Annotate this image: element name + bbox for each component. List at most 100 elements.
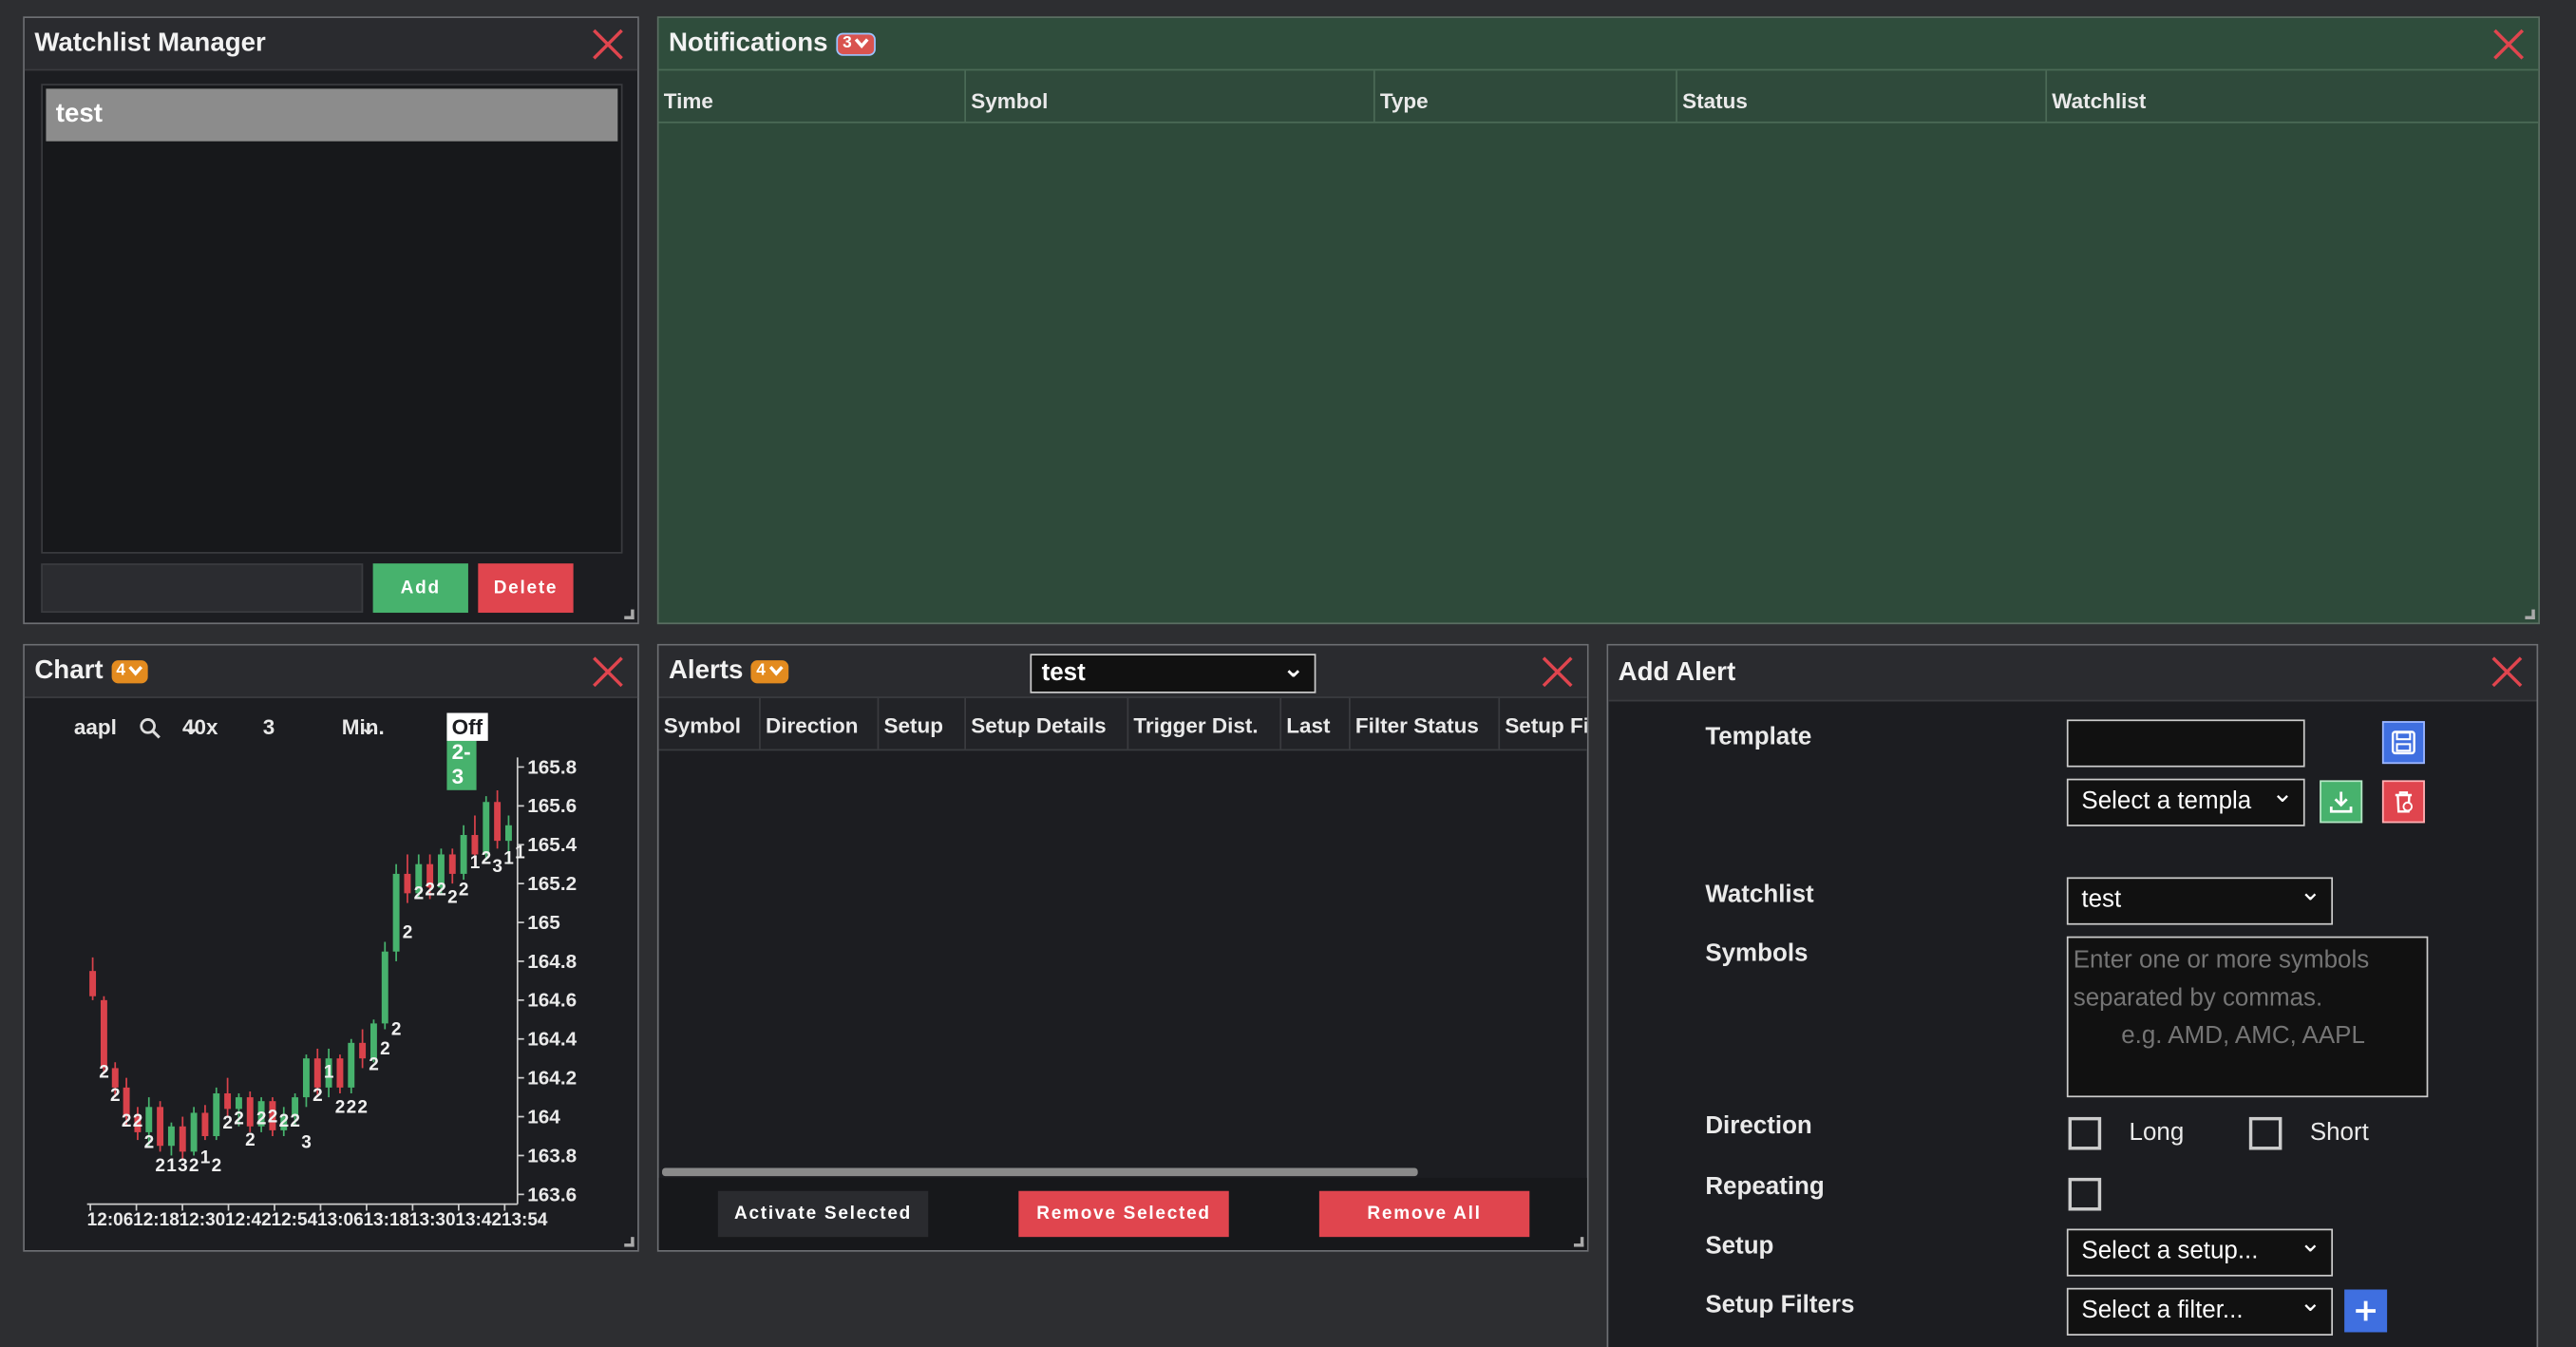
template-select[interactable]: Select a templa <box>2066 777 2305 826</box>
resize-handle[interactable] <box>2525 609 2535 619</box>
load-template-button[interactable] <box>2320 780 2363 824</box>
candle-body[interactable] <box>504 825 512 842</box>
y-tick-label: 163.8 <box>527 1145 577 1167</box>
candle-body[interactable] <box>392 873 400 952</box>
column-header-setup[interactable]: Setup <box>879 697 967 749</box>
candle-body[interactable] <box>89 971 97 996</box>
candle-body[interactable] <box>179 1126 186 1152</box>
column-header-status[interactable]: Status <box>1677 70 2048 122</box>
new-watchlist-input[interactable] <box>41 563 364 614</box>
symbols-textarea[interactable] <box>2066 936 2429 1098</box>
candle-body[interactable] <box>460 835 467 874</box>
symbol-input[interactable]: aapl <box>74 714 117 739</box>
long-checkbox[interactable] <box>2068 1116 2102 1150</box>
close-icon[interactable] <box>2492 28 2526 61</box>
y-tick-label: 165.6 <box>527 795 577 817</box>
pattern-marker: 2 <box>436 880 446 900</box>
chart-count-badge[interactable]: 4 <box>111 659 149 683</box>
activate-selected-button[interactable]: Activate Selected <box>717 1190 929 1238</box>
column-header-trigger-dist[interactable]: Trigger Dist. <box>1128 697 1282 749</box>
close-icon[interactable] <box>592 655 625 689</box>
candle-body[interactable] <box>448 854 456 874</box>
pattern-marker: 2 <box>447 888 458 908</box>
chart-header[interactable]: Chart 4 <box>24 645 638 698</box>
resize-handle[interactable] <box>624 1237 635 1247</box>
search-icon[interactable] <box>140 718 161 739</box>
candle-body[interactable] <box>313 1058 321 1088</box>
column-header-watchlist[interactable]: Watchlist <box>2047 70 2538 122</box>
column-header-time[interactable]: Time <box>659 70 967 122</box>
resize-handle[interactable] <box>624 609 635 619</box>
column-header-setup-filters[interactable]: Setup Fi <box>1500 698 1586 749</box>
repeating-checkbox[interactable] <box>2068 1177 2102 1211</box>
pattern-marker: 2 <box>335 1097 346 1117</box>
list-item[interactable]: test <box>46 88 618 142</box>
column-header-symbol[interactable]: Symbol <box>966 70 1375 122</box>
candle-body[interactable] <box>167 1126 175 1147</box>
candle-body[interactable] <box>100 999 107 1069</box>
filter-select[interactable]: Select a filter... <box>2066 1286 2334 1336</box>
alerts-count-badge[interactable]: 4 <box>751 659 789 683</box>
candle-body[interactable] <box>336 1058 344 1088</box>
horizontal-scrollbar[interactable] <box>662 1167 1418 1177</box>
column-header-symbol[interactable]: Symbol <box>659 697 761 749</box>
close-icon[interactable] <box>1541 655 1574 689</box>
notification-count-badge[interactable]: 3 <box>836 31 877 55</box>
x-tick-label: 12:54 <box>272 1210 318 1230</box>
watchlist-select-value: test <box>2081 885 2122 914</box>
candlestick-chart[interactable]: 165.8 165.6 165.4 165.2 165 164.8 164.6 164.4 16… <box>25 757 637 1250</box>
candle-body[interactable] <box>404 873 411 894</box>
add-button[interactable]: Add <box>372 563 468 614</box>
alerts-header[interactable]: Alerts 4 test <box>658 645 1587 698</box>
candle-body[interactable] <box>157 1107 164 1147</box>
column-header-direction[interactable]: Direction <box>761 697 880 749</box>
close-icon[interactable] <box>592 28 625 61</box>
zoom-select[interactable]: 40x ⌄ <box>182 714 218 741</box>
watchlist-manager-header[interactable]: Watchlist Manager <box>24 18 638 71</box>
short-checkbox[interactable] <box>2248 1116 2282 1150</box>
candle-body[interactable] <box>381 951 388 1024</box>
y-tick-label: 164.2 <box>527 1068 577 1090</box>
pattern-marker: 2 <box>99 1063 109 1083</box>
interval-select[interactable]: Min. ⌄ <box>342 714 385 741</box>
candle-body[interactable] <box>483 802 490 855</box>
delete-button[interactable]: Delete <box>478 563 574 614</box>
watchlist-select[interactable]: test <box>2066 876 2334 925</box>
setup-select[interactable]: Select a setup... <box>2066 1227 2334 1277</box>
column-header-setup-details[interactable]: Setup Details <box>966 697 1129 749</box>
candle-body[interactable] <box>494 802 502 842</box>
close-icon[interactable] <box>2491 655 2524 689</box>
alerts-watchlist-select[interactable]: test <box>1030 653 1316 693</box>
remove-all-button[interactable]: Remove All <box>1318 1190 1530 1238</box>
y-tick-label: 164.8 <box>527 951 577 973</box>
resize-handle[interactable] <box>1573 1237 1584 1247</box>
pattern-marker: 2 <box>459 880 469 900</box>
notifications-header[interactable]: Notifications 3 <box>658 18 2539 71</box>
candle-body[interactable] <box>111 1068 119 1088</box>
candle-body[interactable] <box>369 1023 377 1059</box>
candle-body[interactable] <box>359 1042 367 1059</box>
watchlist-list[interactable]: test <box>41 84 623 554</box>
column-header-filter-status[interactable]: Filter Status <box>1351 697 1501 749</box>
bar-count[interactable]: 3 <box>263 714 275 739</box>
column-header-last[interactable]: Last <box>1281 697 1351 749</box>
candle-body[interactable] <box>201 1112 209 1136</box>
save-template-button[interactable] <box>2381 721 2425 765</box>
notifications-panel: Notifications 3 Time Symbol Type Status … <box>656 16 2540 625</box>
add-alert-header[interactable]: Add Alert <box>1608 645 2537 702</box>
candle-body[interactable] <box>145 1107 153 1132</box>
add-filter-button[interactable] <box>2344 1289 2388 1333</box>
y-tick-label: 164.4 <box>527 1029 577 1051</box>
candle-body[interactable] <box>213 1093 220 1136</box>
candle-body[interactable] <box>235 1097 242 1110</box>
remove-selected-button[interactable]: Remove Selected <box>1018 1190 1229 1238</box>
candle-body[interactable] <box>224 1093 232 1110</box>
template-name-input[interactable] <box>2066 719 2305 768</box>
candle-body[interactable] <box>246 1097 254 1127</box>
column-header-type[interactable]: Type <box>1375 70 1677 122</box>
candle-body[interactable] <box>302 1058 310 1098</box>
candle-body[interactable] <box>190 1112 198 1152</box>
candle-body[interactable] <box>348 1042 355 1088</box>
candle-body[interactable] <box>471 835 479 855</box>
delete-template-button[interactable] <box>2381 780 2425 824</box>
